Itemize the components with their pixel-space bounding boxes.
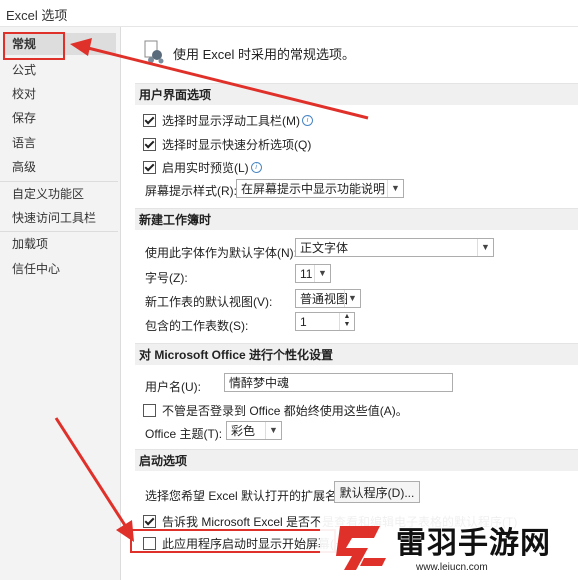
chevron-down-icon[interactable]: ▼: [314, 265, 330, 282]
main-panel: 使用 Excel 时采用的常规选项。 用户界面选项 选择时显示浮动工具栏(M) i…: [121, 27, 578, 580]
extensions-label: 选择您希望 Excel 默认打开的扩展名:: [145, 489, 341, 503]
username-field[interactable]: 情醉梦中魂: [224, 373, 453, 392]
options-icon: [144, 40, 164, 64]
font-size-value: 11: [300, 267, 313, 281]
spin-down-icon[interactable]: ▼: [340, 321, 354, 329]
quick-analysis-checkbox[interactable]: [143, 138, 156, 151]
quick-analysis-option[interactable]: 选择时显示快速分析选项(Q): [143, 136, 311, 153]
default-programs-button[interactable]: 默认程序(D)...: [334, 481, 420, 503]
username-label: 用户名(U):: [145, 380, 201, 394]
screentip-style-select[interactable]: 在屏幕提示中显示功能说明 ▼: [236, 179, 404, 198]
default-font-label: 使用此字体作为默认字体(N):: [145, 246, 297, 260]
live-preview-label: 启用实时预览(L): [162, 161, 249, 175]
section-startup: 启动选项: [135, 449, 578, 471]
sheet-count-stepper[interactable]: 1 ▲ ▼: [295, 312, 355, 331]
default-view-label: 新工作表的默认视图(V):: [145, 295, 273, 309]
sidebar-divider: [0, 231, 118, 232]
sidebar-divider: [0, 181, 118, 182]
floating-toolbar-checkbox[interactable]: [143, 114, 156, 127]
sheet-count-value: 1: [300, 315, 307, 329]
chevron-down-icon[interactable]: ▼: [477, 239, 493, 256]
default-view-value: 普通视图: [300, 292, 349, 306]
sidebar-item-formulas[interactable]: 公式: [4, 59, 116, 81]
quick-analysis-label: 选择时显示快速分析选项(Q): [162, 138, 312, 152]
section-personalize: 对 Microsoft Office 进行个性化设置: [135, 343, 578, 365]
spin-up-icon[interactable]: ▲: [340, 313, 354, 321]
username-value: 情醉梦中魂: [229, 376, 290, 390]
sidebar-item-add-ins[interactable]: 加载项: [4, 233, 116, 255]
sidebar-item-advanced[interactable]: 高级: [4, 156, 116, 178]
sidebar-item-trust-center[interactable]: 信任中心: [4, 258, 116, 280]
watermark: 雷羽手游网 www.leiucn.com: [320, 512, 578, 580]
tell-me-checkbox[interactable]: [143, 515, 156, 528]
info-icon: i: [250, 162, 262, 173]
sidebar-item-language[interactable]: 语言: [4, 132, 116, 154]
office-theme-select[interactable]: 彩色 ▼: [226, 421, 282, 440]
floating-toolbar-label: 选择时显示浮动工具栏(M): [162, 114, 300, 128]
floating-toolbar-option[interactable]: 选择时显示浮动工具栏(M) i: [143, 112, 313, 129]
sidebar-item-quick-access-toolbar[interactable]: 快速访问工具栏: [4, 207, 116, 229]
section-ui-options: 用户界面选项: [135, 83, 578, 105]
live-preview-checkbox[interactable]: [143, 161, 156, 174]
chevron-down-icon[interactable]: ▼: [387, 180, 403, 197]
sheet-count-label: 包含的工作表数(S):: [145, 319, 249, 333]
always-use-label: 不管是否登录到 Office 都始终使用这些值(A)。: [162, 404, 408, 418]
chevron-down-icon[interactable]: ▼: [344, 290, 360, 307]
sidebar: 常规 公式 校对 保存 语言 高级 自定义功能区 快速访问工具栏 加载项 信任中…: [0, 27, 121, 580]
always-use-checkbox[interactable]: [143, 404, 156, 417]
sidebar-item-proofing[interactable]: 校对: [4, 83, 116, 105]
default-font-value: 正文字体: [300, 241, 349, 255]
section-new-workbook: 新建工作簿时: [135, 208, 578, 230]
watermark-title: 雷羽手游网: [396, 526, 551, 561]
watermark-logo: [336, 526, 386, 570]
page-header-text: 使用 Excel 时采用的常规选项。: [173, 47, 356, 62]
font-size-label: 字号(Z):: [145, 271, 188, 285]
live-preview-option[interactable]: 启用实时预览(L) i: [143, 159, 262, 176]
watermark-url: www.leiucn.com: [416, 562, 488, 573]
info-icon: i: [302, 115, 313, 126]
window-title: Excel 选项: [6, 8, 68, 23]
sidebar-item-customize-ribbon[interactable]: 自定义功能区: [4, 183, 116, 205]
default-font-select[interactable]: 正文字体 ▼: [295, 238, 494, 257]
office-theme-value: 彩色: [231, 424, 256, 438]
spin-buttons[interactable]: ▲ ▼: [339, 313, 354, 330]
default-view-select[interactable]: 普通视图 ▼: [295, 289, 361, 308]
office-theme-label: Office 主题(T):: [145, 427, 223, 441]
screentip-style-value: 在屏幕提示中显示功能说明: [241, 182, 386, 196]
always-use-option[interactable]: 不管是否登录到 Office 都始终使用这些值(A)。: [143, 402, 408, 419]
annotation-box-start-screen: [130, 529, 336, 553]
sidebar-item-save[interactable]: 保存: [4, 107, 116, 129]
font-size-select[interactable]: 11 ▼: [295, 264, 331, 283]
screentip-style-label: 屏幕提示样式(R):: [145, 184, 237, 198]
annotation-box-general: [3, 32, 65, 60]
chevron-down-icon[interactable]: ▼: [265, 422, 281, 439]
title-bar: Excel 选项: [0, 0, 578, 27]
